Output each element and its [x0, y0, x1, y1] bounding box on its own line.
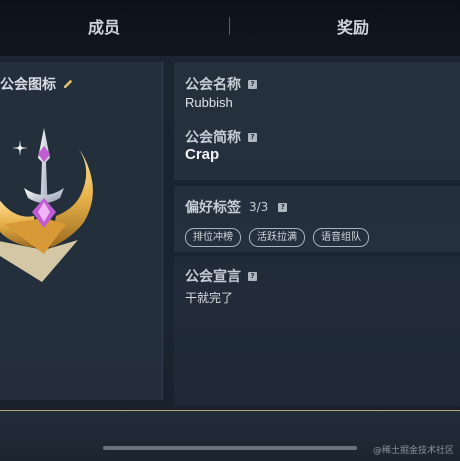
guild-emblem-icon[interactable]: [0, 128, 94, 288]
watermark: @稀土掘金技术社区: [372, 446, 454, 456]
question-mark-icon[interactable]: ?: [248, 132, 257, 142]
emblem-title: 公会图标: [0, 74, 74, 94]
tag-chip[interactable]: 活跃拉满: [249, 228, 305, 247]
tab-members[interactable]: 成员: [88, 14, 120, 38]
home-indicator[interactable]: [103, 446, 357, 450]
declaration-value: 干就完了: [185, 291, 234, 305]
tag-chip[interactable]: 排位冲榜: [185, 228, 241, 247]
guild-abbr-value: Crap: [185, 146, 220, 163]
question-mark-icon[interactable]: ?: [248, 79, 257, 89]
guild-name-label: 公会名称 ?: [185, 74, 257, 94]
question-mark-icon[interactable]: ?: [278, 202, 288, 212]
preference-tags-label: 偏好标签 3/3 ?: [185, 197, 288, 217]
tag-chip[interactable]: 语音组队: [313, 228, 369, 247]
preference-tags: 排位冲榜 活跃拉满 语音组队: [185, 228, 377, 247]
top-bar: [0, 0, 460, 56]
tags-count: 3/3: [249, 200, 269, 214]
declaration-label: 公会宣言 ?: [185, 266, 257, 286]
question-mark-icon[interactable]: ?: [248, 271, 257, 281]
tab-divider: [229, 17, 230, 35]
emblem-title-label: 公会图标: [0, 77, 56, 93]
tab-rewards[interactable]: 奖励: [337, 14, 369, 38]
pencil-icon[interactable]: [62, 78, 74, 90]
guild-name-value: Rubbish: [185, 95, 233, 110]
guild-abbr-label: 公会简称 ?: [185, 127, 257, 147]
